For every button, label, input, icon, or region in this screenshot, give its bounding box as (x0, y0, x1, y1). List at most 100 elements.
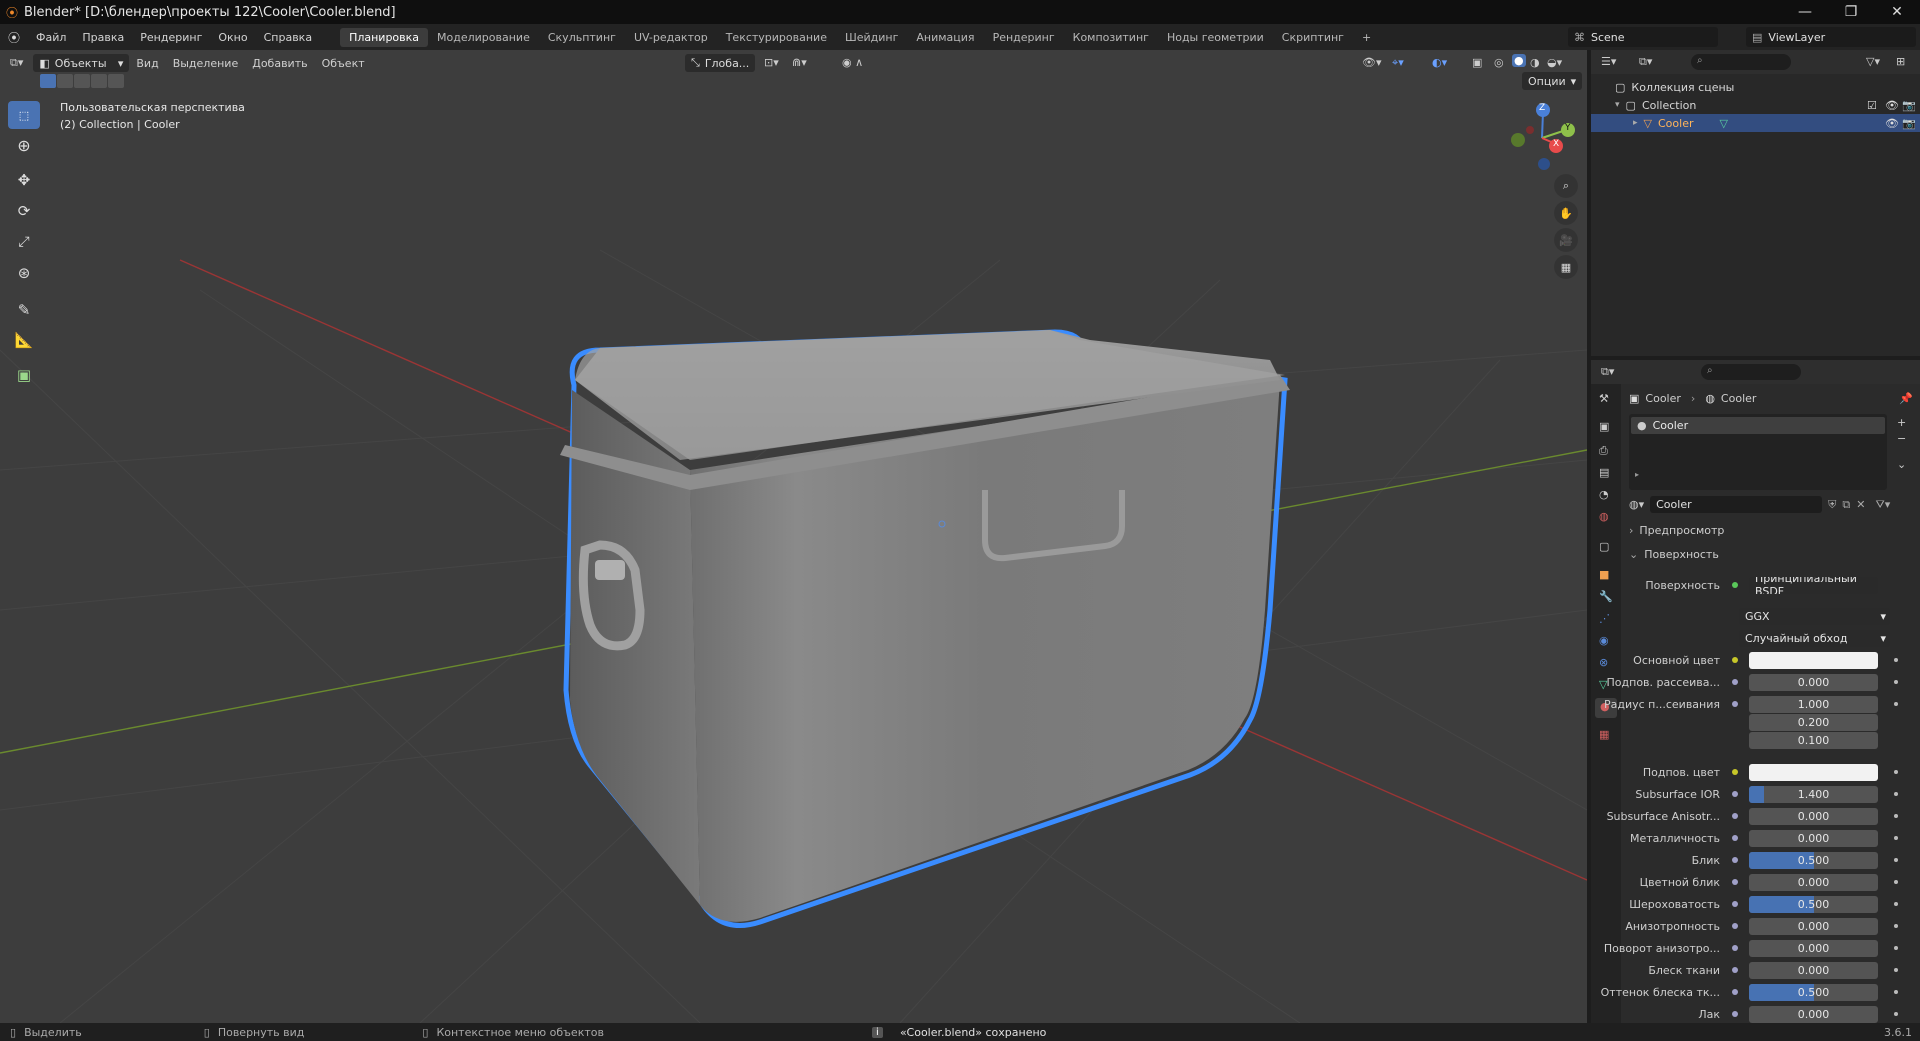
outliner-editor-type-icon[interactable]: ☰▾ (1601, 55, 1616, 68)
measure-tool[interactable]: 📐 (8, 326, 40, 354)
vector-component-field[interactable]: 0.200 (1749, 713, 1878, 731)
visibility-icon[interactable]: 👁▾ (1362, 56, 1382, 69)
menu-select[interactable]: Выделение (166, 57, 246, 70)
keyframe-dot-icon[interactable] (1894, 924, 1898, 928)
keyframe-dot-icon[interactable] (1894, 858, 1898, 862)
surface-panel-header[interactable]: ⌄ Поверхность (1625, 544, 1915, 564)
scale-tool[interactable]: ⤢ (8, 228, 40, 256)
menu-view[interactable]: Вид (129, 57, 165, 70)
material-name-field[interactable]: Cooler (1650, 496, 1823, 513)
eye-icon[interactable]: 👁 (1885, 99, 1899, 112)
socket-icon[interactable] (1732, 657, 1738, 663)
gizmo-icon[interactable]: ⌖▾ (1392, 56, 1404, 70)
color-swatch[interactable] (1749, 763, 1878, 781)
world-tab-icon[interactable]: ◍ (1599, 510, 1609, 523)
value-slider[interactable]: 0.500 (1749, 983, 1878, 1001)
pin-icon[interactable]: 📌 (1899, 392, 1913, 405)
value-slider[interactable]: 0.000 (1749, 673, 1878, 691)
tool-tab-icon[interactable]: ⚒ (1599, 392, 1609, 405)
node-tree-icon[interactable]: ⛛▾ (1875, 498, 1890, 512)
value-slider[interactable]: 0.500 (1749, 895, 1878, 913)
close-button[interactable]: ✕ (1874, 0, 1920, 24)
value-slider[interactable]: 0.500 (1749, 851, 1878, 869)
xray-icon[interactable]: ▣ (1472, 56, 1482, 69)
select-intersect-icon[interactable] (108, 74, 124, 88)
value-slider[interactable]: 0.000 (1749, 961, 1878, 979)
properties-editor-type-icon[interactable]: ⧉▾ (1601, 365, 1614, 379)
value-slider[interactable]: 0.000 (1749, 1005, 1878, 1023)
tab-scripting[interactable]: Скриптинг (1273, 28, 1353, 47)
duplicate-icon[interactable]: ⧉ (1842, 498, 1850, 512)
select-new-icon[interactable] (40, 74, 56, 88)
subsurface-method-dropdown[interactable]: Случайный обход ▾ (1739, 629, 1890, 647)
value-slider[interactable]: 0.000 (1749, 829, 1878, 847)
outliner-row-cooler[interactable]: ▸ ▽ Cooler ▽ 👁 📷 (1591, 114, 1920, 132)
menu-window[interactable]: Окно (210, 31, 255, 44)
zoom-icon[interactable]: ⌕ (1554, 174, 1578, 198)
minimize-button[interactable]: — (1782, 0, 1828, 24)
socket-icon[interactable] (1732, 835, 1738, 841)
view-layer-selector[interactable]: ▤ ViewLayer (1746, 27, 1916, 47)
expand-arrow-icon[interactable]: ▸ (1635, 470, 1639, 479)
menu-edit[interactable]: Правка (74, 31, 132, 44)
ortho-grid-icon[interactable]: ▦ (1554, 255, 1578, 279)
socket-icon[interactable] (1732, 967, 1738, 973)
checkbox-icon[interactable]: ☑ (1867, 99, 1877, 112)
menu-file[interactable]: Файл (28, 31, 74, 44)
fake-user-shield-icon[interactable]: ⛨ (1828, 498, 1836, 512)
distribution-dropdown[interactable]: GGX ▾ (1739, 607, 1890, 625)
value-slider[interactable]: 0.000 (1749, 873, 1878, 891)
menu-add[interactable]: Добавить (245, 57, 314, 70)
rendered-shading-icon[interactable]: ◒▾ (1547, 56, 1562, 69)
mode-dropdown[interactable]: ◧ Объекты ▾ (33, 54, 130, 72)
editor-type-icon[interactable]: ⧉▾ (0, 56, 33, 70)
tab-rendering[interactable]: Рендеринг (984, 28, 1064, 47)
overlays-icon[interactable]: ◐▾ (1432, 56, 1447, 69)
socket-icon[interactable] (1732, 989, 1738, 995)
transform-orientation-dropdown[interactable]: ⤡ Глоба... (685, 54, 755, 72)
blender-menu-icon[interactable]: ⦿ (0, 29, 28, 46)
material-browse-icon[interactable]: ◍▾ (1629, 498, 1644, 511)
keyframe-dot-icon[interactable] (1894, 814, 1898, 818)
value-slider[interactable]: 0.000 (1749, 917, 1878, 935)
socket-icon[interactable] (1732, 791, 1738, 797)
keyframe-dot-icon[interactable] (1894, 968, 1898, 972)
keyframe-dot-icon[interactable] (1894, 990, 1898, 994)
snap-icon[interactable]: ⋒▾ (792, 56, 807, 69)
socket-icon[interactable] (1732, 901, 1738, 907)
filter-icon[interactable]: ▽▾ (1866, 55, 1880, 68)
add-slot-icon[interactable]: + (1897, 416, 1906, 429)
rotate-tool[interactable]: ⟳ (8, 197, 40, 225)
value-slider[interactable]: 1.000 (1749, 695, 1878, 713)
outliner-row-collection[interactable]: ▾ ▢ Collection ☑ 👁 📷 (1591, 96, 1920, 114)
socket-icon[interactable] (1732, 769, 1738, 775)
socket-icon[interactable] (1732, 879, 1738, 885)
socket-icon[interactable] (1732, 813, 1738, 819)
remove-slot-icon[interactable]: − (1897, 432, 1906, 445)
tab-sculpting[interactable]: Скульптинг (539, 28, 625, 47)
select-extend-icon[interactable] (57, 74, 73, 88)
tab-geometry-nodes[interactable]: Ноды геометрии (1158, 28, 1273, 47)
keyframe-dot-icon[interactable] (1894, 702, 1898, 706)
tab-texture-paint[interactable]: Текстурирование (717, 28, 836, 47)
vector-component-field[interactable]: 0.100 (1749, 731, 1878, 749)
pivot-icon[interactable]: ⊡▾ (764, 56, 779, 69)
view-layer-tab-icon[interactable]: ▤ (1599, 466, 1609, 479)
wireframe-shading-icon[interactable]: ◎ (1494, 56, 1504, 69)
scene-tab-icon[interactable]: ◔ (1599, 488, 1609, 501)
select-invert-icon[interactable] (91, 74, 107, 88)
tab-modeling[interactable]: Моделирование (428, 28, 539, 47)
output-tab-icon[interactable]: ⎙ (1599, 444, 1608, 458)
socket-icon[interactable] (1732, 679, 1738, 685)
socket-icon[interactable] (1732, 945, 1738, 951)
value-slider[interactable]: 1.400 (1749, 785, 1878, 803)
annotate-tool[interactable]: ✎ (8, 296, 40, 324)
tab-shading[interactable]: Шейдинг (836, 28, 907, 47)
camera-render-icon[interactable]: 📷 (1902, 117, 1916, 130)
transform-tool[interactable]: ⊛ (8, 259, 40, 287)
menu-object[interactable]: Объект (315, 57, 372, 70)
socket-icon[interactable] (1732, 1011, 1738, 1017)
value-slider[interactable]: 0.000 (1749, 939, 1878, 957)
tab-animation[interactable]: Анимация (907, 28, 983, 47)
menu-render[interactable]: Рендеринг (132, 31, 210, 44)
